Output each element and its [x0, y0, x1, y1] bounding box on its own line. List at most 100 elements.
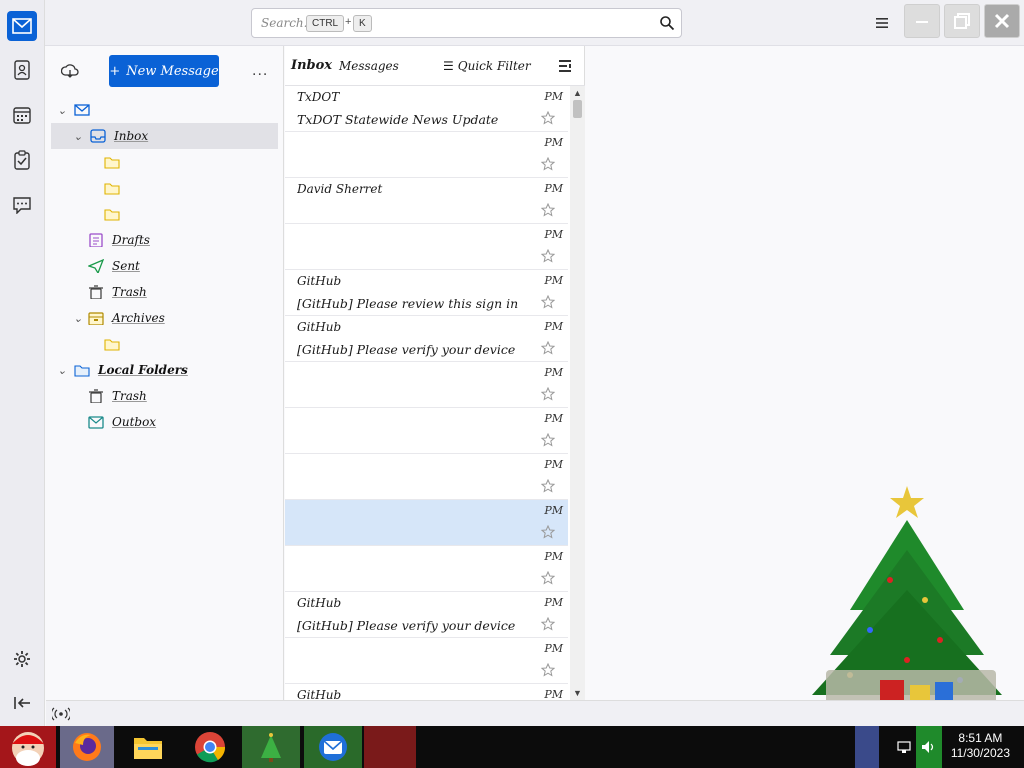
settings-icon	[14, 651, 30, 667]
message-row[interactable]: GitHub PM [GitHub] Please verify your devi…	[285, 592, 568, 638]
folder-drafts[interactable]: Drafts	[88, 227, 150, 253]
message-row[interactable]: GitHub PM [GitHub] Please verify your devi…	[285, 316, 568, 362]
message-sender: GitHub	[297, 688, 342, 700]
system-clock[interactable]: 8:51 AM 11/30/2023	[951, 731, 1010, 761]
taskbar-file-explorer[interactable]	[120, 726, 176, 768]
star-icon[interactable]	[541, 341, 555, 355]
close-button[interactable]	[984, 4, 1020, 38]
message-row[interactable]: GitHub PM [GitHub] Please review this sign…	[285, 270, 568, 316]
local-folder-outbox[interactable]: Outbox	[88, 409, 156, 435]
new-message-button[interactable]: + New Message	[109, 55, 219, 87]
message-row[interactable]: PM	[285, 546, 568, 592]
message-row[interactable]: David Sherret PM	[285, 178, 568, 224]
folder-label: Drafts	[112, 233, 150, 247]
message-date: PM	[544, 504, 563, 517]
message-row[interactable]: PM	[285, 224, 568, 270]
message-date: PM	[544, 596, 563, 609]
chrome-icon	[195, 732, 226, 763]
folder-sent[interactable]: Sent	[88, 253, 140, 279]
folder-inbox[interactable]: ⌄ Inbox	[51, 123, 278, 149]
message-row[interactable]: PM	[285, 408, 568, 454]
message-row[interactable]: PM	[285, 500, 568, 546]
star-icon[interactable]	[541, 525, 555, 539]
account-row[interactable]: ⌄	[54, 97, 278, 123]
shortcut-key-k: K	[353, 15, 372, 32]
message-sender: GitHub	[297, 274, 342, 288]
app-menu-icon[interactable]	[870, 13, 894, 33]
message-row[interactable]: PM	[285, 132, 568, 178]
address-book-button[interactable]	[7, 55, 37, 85]
list-options-icon[interactable]	[557, 58, 573, 74]
thunderbird-icon	[319, 733, 347, 761]
star-icon[interactable]	[541, 203, 555, 217]
folder-sub[interactable]	[104, 331, 128, 357]
clock-date: 11/30/2023	[950, 746, 1010, 760]
folder-trash[interactable]: Trash	[88, 279, 147, 305]
message-subject: [GitHub] Please verify your device	[297, 342, 516, 357]
folder-sub[interactable]	[104, 175, 128, 201]
folder-archives[interactable]: ⌄ Archives	[70, 305, 165, 331]
chevron-down-icon[interactable]: ⌄	[70, 130, 86, 143]
taskbar-tree-app[interactable]	[242, 726, 300, 768]
folder-sub[interactable]	[104, 201, 128, 227]
chevron-down-icon[interactable]: ⌄	[70, 312, 86, 325]
message-row[interactable]: TxDOT PM TxDOT Statewide News Update	[285, 86, 568, 132]
star-icon[interactable]	[541, 433, 555, 447]
star-icon[interactable]	[541, 157, 555, 171]
star-icon[interactable]	[541, 479, 555, 493]
message-list-scrollbar[interactable]: ▲ ▼	[570, 86, 585, 700]
message-row[interactable]: PM	[285, 454, 568, 500]
star-icon[interactable]	[541, 249, 555, 263]
message-list-header: Inbox Messages ☰ Quick Filter	[285, 46, 585, 86]
start-button[interactable]	[0, 726, 56, 768]
status-bar	[46, 700, 1024, 726]
outbox-icon	[88, 416, 104, 429]
scroll-down-icon[interactable]: ▼	[573, 688, 582, 698]
folder-pane: + New Message ... ⌄ ⌄ Inbox Drafts Sent …	[46, 46, 284, 700]
star-icon[interactable]	[541, 617, 555, 631]
message-subject: TxDOT Statewide News Update	[297, 112, 499, 127]
network-tray-icon[interactable]	[894, 726, 914, 768]
scroll-up-icon[interactable]: ▲	[573, 88, 582, 98]
search-input[interactable]: Search... CTRL + K	[251, 8, 682, 38]
folder-sub[interactable]	[104, 149, 128, 175]
local-folders-row[interactable]: ⌄ Local Folders	[54, 357, 187, 383]
scrollbar-thumb[interactable]	[573, 100, 582, 118]
folder-icon	[104, 209, 120, 221]
folder-label: Outbox	[112, 415, 157, 429]
volume-tray-icon[interactable]	[916, 726, 942, 768]
message-row[interactable]: PM	[285, 638, 568, 684]
star-icon[interactable]	[541, 387, 555, 401]
message-row[interactable]: GitHub PM	[285, 684, 568, 700]
collapse-spaces-button[interactable]	[7, 688, 37, 718]
chevron-down-icon[interactable]: ⌄	[54, 104, 70, 117]
folder-icon	[104, 183, 120, 195]
taskbar-app-extra[interactable]	[364, 726, 416, 768]
search-icon[interactable]	[659, 15, 675, 31]
star-icon[interactable]	[541, 571, 555, 585]
tasks-button[interactable]	[7, 145, 37, 175]
chat-button[interactable]	[7, 190, 37, 220]
taskbar-thunderbird[interactable]	[304, 726, 362, 768]
mail-space-button[interactable]	[7, 11, 37, 41]
message-count: Messages	[339, 59, 399, 73]
taskbar-chrome[interactable]	[182, 726, 238, 768]
trash-icon	[89, 285, 103, 299]
quick-filter-button[interactable]: ☰ Quick Filter	[443, 59, 531, 73]
star-icon[interactable]	[541, 663, 555, 677]
taskbar-firefox[interactable]	[60, 726, 114, 768]
thunderbird-window: Search... CTRL + K + New Message ... ⌄ ⌄…	[0, 0, 1024, 726]
tray-flag[interactable]	[855, 726, 879, 768]
chevron-down-icon[interactable]: ⌄	[54, 364, 70, 377]
star-icon[interactable]	[541, 295, 555, 309]
maximize-button[interactable]	[944, 4, 980, 38]
more-options-button[interactable]: ...	[252, 62, 268, 80]
message-row[interactable]: PM	[285, 362, 568, 408]
settings-button[interactable]	[7, 644, 37, 674]
star-icon[interactable]	[541, 111, 555, 125]
get-messages-icon[interactable]	[61, 63, 79, 79]
minimize-button[interactable]	[904, 4, 940, 38]
message-date: PM	[544, 550, 563, 563]
local-folder-trash[interactable]: Trash	[88, 383, 147, 409]
calendar-button[interactable]	[7, 100, 37, 130]
